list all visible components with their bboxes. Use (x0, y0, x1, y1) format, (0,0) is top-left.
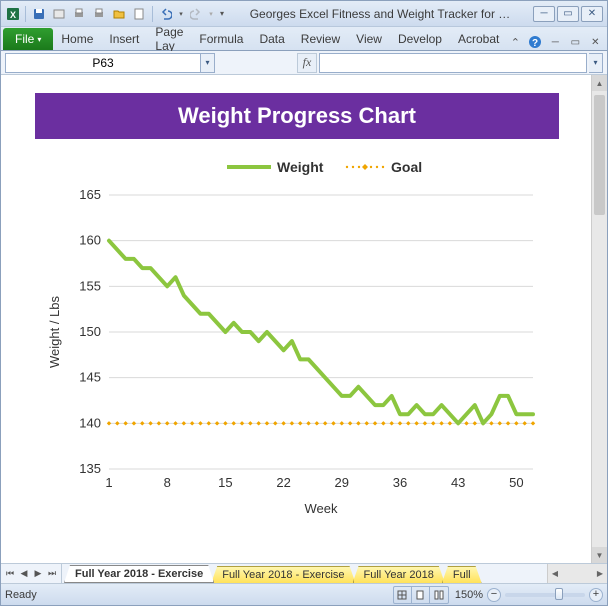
tab-developer[interactable]: Develop (390, 28, 450, 50)
svg-text:50: 50 (509, 475, 523, 490)
tab-review[interactable]: Review (293, 28, 348, 50)
tab-data[interactable]: Data (251, 28, 292, 50)
vertical-scrollbar[interactable]: ▲ ▼ (591, 75, 607, 563)
scroll-thumb[interactable] (594, 95, 605, 215)
sheet-tab-bar: ⏮ ◀ ▶ ⏭ Full Year 2018 - Exercise Full Y… (1, 563, 607, 583)
scroll-left-arrow[interactable]: ◀ (548, 566, 562, 582)
chevron-down-icon: ▾ (37, 35, 41, 44)
formula-input[interactable] (319, 53, 587, 73)
undo-dropdown-icon[interactable]: ▾ (177, 5, 185, 23)
svg-text:Goal: Goal (391, 159, 422, 175)
window-title: Georges Excel Fitness and Weight Tracker… (227, 7, 533, 21)
chart-title: Weight Progress Chart (35, 93, 559, 139)
svg-text:135: 135 (79, 461, 101, 476)
excel-window: X ▾ ▾ ▾ Georges Excel Fitness and Weight… (0, 0, 608, 606)
worksheet-area[interactable]: Weight Progress Chart WeightGoal13514014… (1, 75, 607, 563)
svg-text:29: 29 (335, 475, 349, 490)
sheet-tab[interactable]: Full Year 2018 (353, 566, 445, 583)
tab-nav-first[interactable]: ⏮ (3, 566, 17, 582)
svg-text:8: 8 (164, 475, 171, 490)
chart-object[interactable]: Weight Progress Chart WeightGoal13514014… (35, 93, 559, 530)
view-buttons (393, 586, 449, 604)
svg-text:155: 155 (79, 278, 101, 293)
chart-svg: Weight Goal 135 140 145 150 155 160 165 1 8 15 22 29 3… (41, 149, 553, 519)
chart-plot: Weight Goal 135 140 145 150 155 160 165 1 8 15 22 29 3… (35, 139, 559, 530)
tab-nav-prev[interactable]: ◀ (17, 566, 31, 582)
doc-minimize-button[interactable]: ─ (547, 34, 563, 50)
zoom-controls: 150% − + (455, 588, 603, 602)
page-break-view-button[interactable] (430, 587, 448, 603)
normal-view-button[interactable] (394, 587, 412, 603)
tab-nav: ⏮ ◀ ▶ ⏭ (1, 564, 62, 583)
sheet-tabs: Full Year 2018 - Exercise Full Year 2018… (62, 564, 547, 583)
redo-icon[interactable] (187, 5, 205, 23)
zoom-slider-thumb[interactable] (555, 588, 563, 600)
sheet-tab[interactable]: Full Year 2018 - Exercise (64, 565, 214, 583)
tab-home[interactable]: Home (53, 28, 101, 50)
svg-text:Week: Week (305, 501, 338, 516)
tab-nav-next[interactable]: ▶ (31, 566, 45, 582)
sheet-tab[interactable]: Full Year 2018 - Exercise (211, 566, 355, 583)
svg-text:36: 36 (393, 475, 407, 490)
file-tab[interactable]: File ▾ (3, 28, 53, 50)
tab-formulas[interactable]: Formula (191, 28, 251, 50)
zoom-slider[interactable] (505, 593, 585, 597)
undo-icon[interactable] (157, 5, 175, 23)
save-icon[interactable] (30, 5, 48, 23)
tab-insert[interactable]: Insert (101, 28, 147, 50)
page-layout-view-button[interactable] (412, 587, 430, 603)
formula-bar: ▾ fx ▾ (1, 51, 607, 75)
doc-restore-button[interactable]: ▭ (567, 34, 583, 50)
tab-page-layout[interactable]: Page Lay (147, 28, 191, 50)
quick-access-toolbar: ▾ ▾ ▾ (23, 5, 227, 23)
doc-close-button[interactable]: ✕ (587, 34, 603, 50)
status-ready: Ready (5, 589, 393, 601)
scroll-up-arrow[interactable]: ▲ (592, 75, 607, 91)
svg-text:160: 160 (79, 233, 101, 248)
name-box-dropdown[interactable]: ▾ (201, 53, 215, 73)
close-button[interactable]: ✕ (581, 6, 603, 22)
help-icon[interactable]: ? (527, 34, 543, 50)
svg-text:Weight: Weight (277, 159, 324, 175)
svg-text:22: 22 (276, 475, 290, 490)
svg-text:140: 140 (79, 415, 101, 430)
svg-text:X: X (10, 10, 16, 20)
open-icon[interactable] (110, 5, 128, 23)
sheet-tab[interactable]: Full (442, 566, 482, 583)
ribbon-minimize-icon[interactable]: ⌃ (507, 34, 523, 50)
file-tab-label: File (15, 32, 34, 46)
print-preview-icon[interactable] (70, 5, 88, 23)
zoom-out-button[interactable]: − (487, 588, 501, 602)
qat-icon[interactable] (50, 5, 68, 23)
tab-acrobat[interactable]: Acrobat (450, 28, 507, 50)
redo-dropdown-icon[interactable]: ▾ (207, 5, 215, 23)
tab-view[interactable]: View (348, 28, 390, 50)
print-icon[interactable] (90, 5, 108, 23)
zoom-level[interactable]: 150% (455, 589, 483, 601)
horizontal-scrollbar[interactable]: ◀ ▶ (547, 564, 607, 583)
tab-nav-last[interactable]: ⏭ (45, 566, 59, 582)
ribbon: File ▾ Home Insert Page Lay Formula Data… (1, 27, 607, 51)
status-bar: Ready 150% − + (1, 583, 607, 605)
new-icon[interactable] (130, 5, 148, 23)
svg-text:145: 145 (79, 370, 101, 385)
svg-text:150: 150 (79, 324, 101, 339)
svg-text:43: 43 (451, 475, 465, 490)
svg-text:Weight / Lbs: Weight / Lbs (47, 295, 62, 368)
maximize-button[interactable]: ▭ (557, 6, 579, 22)
scroll-right-arrow[interactable]: ▶ (593, 566, 607, 582)
name-box[interactable] (5, 53, 201, 73)
scroll-down-arrow[interactable]: ▼ (592, 547, 607, 563)
formula-bar-expand[interactable]: ▾ (589, 53, 603, 73)
svg-text:15: 15 (218, 475, 232, 490)
svg-text:1: 1 (105, 475, 112, 490)
svg-text:?: ? (532, 38, 538, 49)
zoom-in-button[interactable]: + (589, 588, 603, 602)
qat-customize-icon[interactable]: ▾ (217, 5, 227, 23)
minimize-button[interactable]: ─ (533, 6, 555, 22)
title-bar: X ▾ ▾ ▾ Georges Excel Fitness and Weight… (1, 1, 607, 27)
excel-icon: X (5, 6, 21, 22)
insert-function-button[interactable]: fx (297, 53, 317, 73)
svg-text:165: 165 (79, 187, 101, 202)
